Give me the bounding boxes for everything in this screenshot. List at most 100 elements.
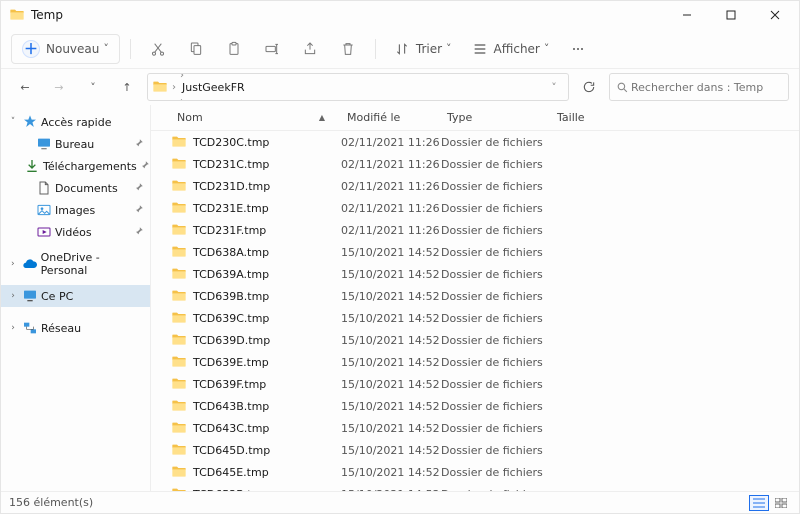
sort-button[interactable]: Trier ˅ xyxy=(386,34,460,64)
maximize-button[interactable] xyxy=(709,1,753,29)
file-row[interactable]: TCD645D.tmp15/10/2021 14:52Dossier de fi… xyxy=(151,439,799,461)
minimize-button[interactable] xyxy=(665,1,709,29)
breadcrumb-dropdown[interactable]: ˅ xyxy=(544,81,564,94)
new-button[interactable]: ＋ Nouveau ˅ xyxy=(11,34,120,64)
file-name: TCD231C.tmp xyxy=(193,158,269,171)
file-row[interactable]: TCD639D.tmp15/10/2021 14:52Dossier de fi… xyxy=(151,329,799,351)
sidebar-item[interactable]: Vidéos xyxy=(1,221,150,243)
file-row[interactable]: TCD643C.tmp15/10/2021 14:52Dossier de fi… xyxy=(151,417,799,439)
delete-button[interactable] xyxy=(331,34,365,64)
forward-button[interactable]: → xyxy=(45,73,73,101)
file-row[interactable]: TCD645E.tmp15/10/2021 14:52Dossier de fi… xyxy=(151,461,799,483)
more-button[interactable] xyxy=(561,34,595,64)
window-folder-icon xyxy=(9,7,25,23)
pin-icon xyxy=(132,182,146,194)
recent-button[interactable]: ˅ xyxy=(79,73,107,101)
file-row[interactable]: TCD643B.tmp 15/10/2021 14:52Dossier de fi… xyxy=(151,395,799,417)
file-type: Dossier de fichiers xyxy=(441,290,551,303)
videos-icon xyxy=(36,224,52,240)
sidebar-item[interactable]: Bureau xyxy=(1,133,150,155)
file-type: Dossier de fichiers xyxy=(441,246,551,259)
breadcrumb[interactable]: › Ce PC›Disque local (C:)›Utilisateurs›J… xyxy=(147,73,569,101)
search-box[interactable] xyxy=(609,73,789,101)
file-row[interactable]: TCD231D.tmp02/11/2021 11:26Dossier de fi… xyxy=(151,175,799,197)
file-list[interactable]: TCD230C.tmp02/11/2021 11:26Dossier de fi… xyxy=(151,131,799,491)
file-name: TCD643B.tmp xyxy=(193,400,269,413)
column-name[interactable]: Nom▲ xyxy=(171,111,341,124)
file-name: TCD638A.tmp xyxy=(193,246,269,259)
view-icon xyxy=(472,41,488,57)
close-button[interactable] xyxy=(753,1,797,29)
folder-icon xyxy=(171,354,187,370)
file-row[interactable]: TCD638A.tmp 15/10/2021 14:52Dossier de fi… xyxy=(151,241,799,263)
column-size[interactable]: Taille xyxy=(551,111,611,124)
file-modified: 15/10/2021 14:52 xyxy=(341,466,441,479)
refresh-button[interactable] xyxy=(575,73,603,101)
file-modified: 15/10/2021 14:52 xyxy=(341,400,441,413)
file-name: TCD639C.tmp xyxy=(193,312,269,325)
back-button[interactable]: ← xyxy=(11,73,39,101)
rename-button[interactable] xyxy=(255,34,289,64)
sidebar-item-label: Documents xyxy=(55,182,118,195)
file-type: Dossier de fichiers xyxy=(441,400,551,413)
search-input[interactable] xyxy=(629,80,782,95)
sidebar-item[interactable]: Images xyxy=(1,199,150,221)
folder-icon xyxy=(171,244,187,260)
sidebar-item-label: Images xyxy=(55,204,95,217)
sidebar-item[interactable]: Téléchargements xyxy=(1,155,150,177)
network-icon xyxy=(22,320,38,336)
file-row[interactable]: TCD230C.tmp02/11/2021 11:26Dossier de fi… xyxy=(151,131,799,153)
folder-icon xyxy=(171,464,187,480)
file-type: Dossier de fichiers xyxy=(441,422,551,435)
file-row[interactable]: TCD639E.tmp15/10/2021 14:52Dossier de fi… xyxy=(151,351,799,373)
file-row[interactable]: TCD639A.tmp15/10/2021 14:52Dossier de fi… xyxy=(151,263,799,285)
file-type: Dossier de fichiers xyxy=(441,158,551,171)
network[interactable]: › Réseau xyxy=(1,317,150,339)
sort-label: Trier xyxy=(416,42,442,56)
folder-icon xyxy=(171,134,187,150)
view-button[interactable]: Afficher ˅ xyxy=(464,34,558,64)
expand-icon[interactable]: › xyxy=(7,259,19,269)
file-row[interactable]: TCD639F.tmp15/10/2021 14:52Dossier de fi… xyxy=(151,373,799,395)
onedrive[interactable]: › OneDrive - Personal xyxy=(1,253,150,275)
expand-icon[interactable]: › xyxy=(7,323,19,333)
file-name: TCD639A.tmp xyxy=(193,268,269,281)
file-type: Dossier de fichiers xyxy=(441,444,551,457)
file-type: Dossier de fichiers xyxy=(441,334,551,347)
file-row[interactable]: TCD639C.tmp15/10/2021 14:52Dossier de fi… xyxy=(151,307,799,329)
details-view-button[interactable] xyxy=(749,495,769,511)
this-pc[interactable]: › Ce PC xyxy=(1,285,150,307)
toolbar: ＋ Nouveau ˅ Trier ˅ Afficher ˅ xyxy=(1,29,799,69)
paste-button[interactable] xyxy=(217,34,251,64)
sidebar-item[interactable]: Documents xyxy=(1,177,150,199)
view-label: Afficher xyxy=(494,42,540,56)
file-row[interactable]: TCD652B.tmp15/10/2021 14:52Dossier de fi… xyxy=(151,483,799,491)
chevron-right-icon: › xyxy=(178,96,186,102)
collapse-icon[interactable]: ˅ xyxy=(7,117,19,127)
content-area: Nom▲ Modifié le Type Taille TCD230C.tmp0… xyxy=(151,105,799,491)
file-row[interactable]: TCD231E.tmp02/11/2021 11:26Dossier de fi… xyxy=(151,197,799,219)
file-row[interactable]: TCD231C.tmp02/11/2021 11:26Dossier de fi… xyxy=(151,153,799,175)
quick-access[interactable]: ˅ Accès rapide xyxy=(1,111,150,133)
share-button[interactable] xyxy=(293,34,327,64)
folder-icon xyxy=(171,266,187,282)
folder-icon xyxy=(171,442,187,458)
column-modified[interactable]: Modifié le xyxy=(341,111,441,124)
column-type[interactable]: Type xyxy=(441,111,551,124)
folder-icon xyxy=(171,398,187,414)
file-row[interactable]: TCD231F.tmp02/11/2021 11:26Dossier de fi… xyxy=(151,219,799,241)
breadcrumb-segment[interactable]: JustGeekFR xyxy=(178,81,277,94)
cut-button[interactable] xyxy=(141,34,175,64)
thumbnails-view-button[interactable] xyxy=(771,495,791,511)
folder-icon xyxy=(171,156,187,172)
expand-icon[interactable]: › xyxy=(7,291,19,301)
up-button[interactable]: ↑ xyxy=(113,73,141,101)
file-modified: 15/10/2021 14:52 xyxy=(341,246,441,259)
copy-button[interactable] xyxy=(179,34,213,64)
file-name: TCD639F.tmp xyxy=(193,378,266,391)
file-modified: 02/11/2021 11:26 xyxy=(341,180,441,193)
folder-icon xyxy=(171,222,187,238)
file-type: Dossier de fichiers xyxy=(441,180,551,193)
file-row[interactable]: TCD639B.tmp15/10/2021 14:52Dossier de fi… xyxy=(151,285,799,307)
file-modified: 15/10/2021 14:52 xyxy=(341,268,441,281)
